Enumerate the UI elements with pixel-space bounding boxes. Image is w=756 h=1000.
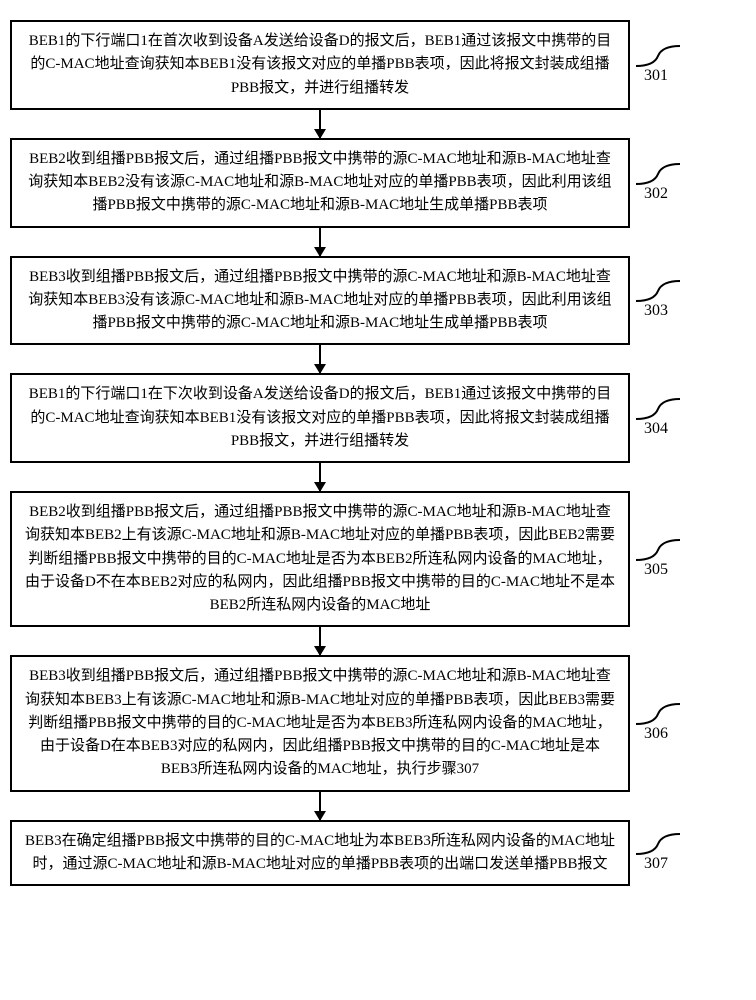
bracket-302: 302 (636, 163, 706, 203)
step-label-302: 302 (644, 185, 668, 203)
bracket-307: 307 (636, 833, 706, 873)
bracket-305: 305 (636, 539, 706, 579)
step-row-307: BEB3在确定组播PBB报文中携带的目的C-MAC地址为本BEB3所连私网内设备… (10, 820, 746, 887)
bracket-304: 304 (636, 398, 706, 438)
step-box-304: BEB1的下行端口1在下次收到设备A发送给设备D的报文后，BEB1通过该报文中携… (10, 373, 630, 463)
bracket-306: 306 (636, 703, 706, 743)
arrow-6 (10, 792, 630, 820)
step-label-301: 301 (644, 67, 668, 85)
step-row-302: BEB2收到组播PBB报文后，通过组播PBB报文中携带的源C-MAC地址和源B-… (10, 138, 746, 228)
step-row-301: BEB1的下行端口1在首次收到设备A发送给设备D的报文后，BEB1通过该报文中携… (10, 20, 746, 110)
step-label-306: 306 (644, 725, 668, 743)
step-box-301: BEB1的下行端口1在首次收到设备A发送给设备D的报文后，BEB1通过该报文中携… (10, 20, 630, 110)
step-label-303: 303 (644, 302, 668, 320)
arrow-5 (10, 627, 630, 655)
step-box-302: BEB2收到组播PBB报文后，通过组播PBB报文中携带的源C-MAC地址和源B-… (10, 138, 630, 228)
arrow-1 (10, 110, 630, 138)
step-row-306: BEB3收到组播PBB报文后，通过组播PBB报文中携带的源C-MAC地址和源B-… (10, 655, 746, 791)
flowchart: BEB1的下行端口1在首次收到设备A发送给设备D的报文后，BEB1通过该报文中携… (10, 20, 746, 886)
arrow-2 (10, 228, 630, 256)
step-box-303: BEB3收到组播PBB报文后，通过组播PBB报文中携带的源C-MAC地址和源B-… (10, 256, 630, 346)
step-box-307: BEB3在确定组播PBB报文中携带的目的C-MAC地址为本BEB3所连私网内设备… (10, 820, 630, 887)
step-row-305: BEB2收到组播PBB报文后，通过组播PBB报文中携带的源C-MAC地址和源B-… (10, 491, 746, 627)
arrow-3 (10, 345, 630, 373)
step-row-303: BEB3收到组播PBB报文后，通过组播PBB报文中携带的源C-MAC地址和源B-… (10, 256, 746, 346)
step-box-305: BEB2收到组播PBB报文后，通过组播PBB报文中携带的源C-MAC地址和源B-… (10, 491, 630, 627)
step-label-305: 305 (644, 561, 668, 579)
step-label-307: 307 (644, 855, 668, 873)
arrow-4 (10, 463, 630, 491)
bracket-301: 301 (636, 45, 706, 85)
step-row-304: BEB1的下行端口1在下次收到设备A发送给设备D的报文后，BEB1通过该报文中携… (10, 373, 746, 463)
step-box-306: BEB3收到组播PBB报文后，通过组播PBB报文中携带的源C-MAC地址和源B-… (10, 655, 630, 791)
step-label-304: 304 (644, 420, 668, 438)
bracket-303: 303 (636, 280, 706, 320)
